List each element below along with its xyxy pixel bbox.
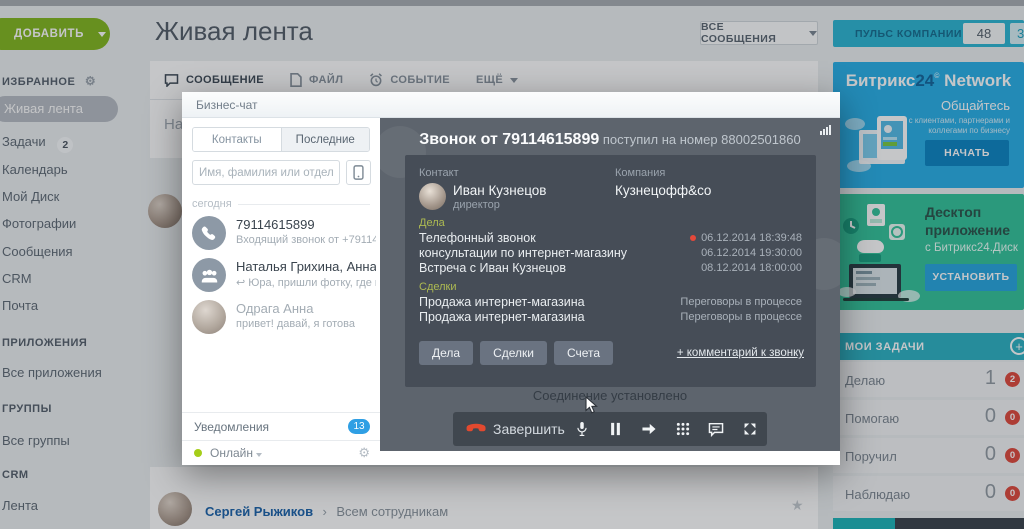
- hangup-phone-icon: [461, 415, 489, 443]
- call-panel: Звонок от 79114615899 поступил на номер …: [380, 118, 840, 464]
- contact-avatar: [419, 183, 446, 210]
- phone-icon: [201, 225, 218, 242]
- tab-contacts[interactable]: Контакты: [193, 128, 281, 151]
- activities-label: Дела: [419, 217, 445, 229]
- screen: ДОБАВИТЬ ИЗБРАННОЕ ⚙ Живая лента Задачи …: [0, 0, 1024, 529]
- today-section-label: сегодня: [192, 198, 370, 210]
- call-title: Звонок от 79114615899 поступил на номер …: [380, 131, 840, 149]
- pause-icon: [610, 422, 621, 436]
- dialpad-button[interactable]: [666, 412, 700, 446]
- online-status-label[interactable]: Онлайн: [210, 446, 262, 460]
- transfer-button[interactable]: [632, 412, 666, 446]
- tab-recent[interactable]: Последние: [281, 128, 370, 151]
- activities-button[interactable]: Дела: [419, 341, 473, 365]
- dial-phone-button[interactable]: [346, 160, 371, 185]
- microphone-icon: [575, 421, 589, 437]
- crm-buttons: Дела Сделки Счета: [419, 341, 613, 365]
- red-dot-icon: [690, 235, 696, 241]
- activity-row[interactable]: Телефонный звонок 06.12.2014 18:39:48: [419, 231, 802, 245]
- chat-contacts-panel: Контакты Последние сегодня 79114615899 В…: [182, 118, 380, 464]
- chat-message-icon: [708, 422, 724, 437]
- call-control-bar: Завершить: [453, 412, 767, 446]
- company-label: Компания: [615, 167, 665, 179]
- connection-status: Соединение установлено: [380, 388, 840, 403]
- contacts-tabs: Контакты Последние: [192, 127, 370, 152]
- deals-button[interactable]: Сделки: [480, 341, 547, 365]
- call-panel-background: Звонок от 79114615899 поступил на номер …: [380, 118, 840, 451]
- notifications-badge: 13: [348, 419, 370, 434]
- microphone-button[interactable]: [565, 412, 599, 446]
- mouse-cursor: [585, 396, 599, 414]
- company-name: Кузнецофф&co: [615, 183, 711, 198]
- contact-search-input[interactable]: [192, 160, 340, 185]
- hold-button[interactable]: [599, 412, 633, 446]
- group-avatar: [192, 258, 226, 292]
- chat-list-item-group[interactable]: Наталья Грихина, Анна Одр... ↩ Юра, приш…: [182, 258, 380, 300]
- mobile-phone-icon: [353, 165, 364, 180]
- window-title: Бизнес-чат: [182, 92, 840, 118]
- crm-info-card: Контакт Иван Кузнецов директор Компания …: [405, 155, 816, 387]
- chat-button[interactable]: [700, 412, 734, 446]
- fullscreen-button[interactable]: [733, 412, 767, 446]
- activity-row[interactable]: консультации по интернет-магазину 06.12.…: [419, 246, 802, 260]
- arrow-right-icon: [641, 422, 657, 436]
- settings-gear-icon[interactable]: ⚙: [358, 445, 370, 461]
- group-icon: [200, 267, 219, 284]
- deals-label: Сделки: [419, 281, 457, 293]
- signal-bars-icon: [820, 125, 831, 135]
- fullscreen-icon: [743, 422, 757, 436]
- online-status-row: Онлайн ⚙: [182, 440, 380, 464]
- business-chat-window: Бизнес-чат Контакты Последние сегодня: [182, 92, 840, 465]
- contact-label: Контакт: [419, 167, 459, 179]
- contact-name: Иван Кузнецов: [453, 183, 546, 198]
- contact-role: директор: [453, 199, 500, 211]
- dialpad-icon: [676, 422, 690, 436]
- phone-avatar: [192, 216, 226, 250]
- online-status-dot: [194, 449, 202, 457]
- notifications-row[interactable]: Уведомления 13: [182, 412, 380, 439]
- hangup-button[interactable]: Завершить: [465, 419, 565, 439]
- deal-row[interactable]: Продажа интернет-магазина Переговоры в п…: [419, 295, 802, 309]
- activity-row[interactable]: Встреча с Иван Кузнецов 08.12.2014 18:00…: [419, 261, 802, 275]
- caret-down-icon: [256, 453, 262, 457]
- invoices-button[interactable]: Счета: [554, 341, 613, 365]
- chat-list-item-call[interactable]: 79114615899 Входящий звонок от +791146..…: [182, 216, 380, 258]
- chat-list-item-user[interactable]: Одрага Анна привет! давай, я готова: [182, 300, 380, 342]
- deal-row[interactable]: Продажа интернет-магазина Переговоры в п…: [419, 310, 802, 324]
- user-avatar: [192, 300, 226, 334]
- reply-icon: ↩: [236, 277, 245, 289]
- add-call-comment-link[interactable]: + комментарий к звонку: [677, 347, 804, 359]
